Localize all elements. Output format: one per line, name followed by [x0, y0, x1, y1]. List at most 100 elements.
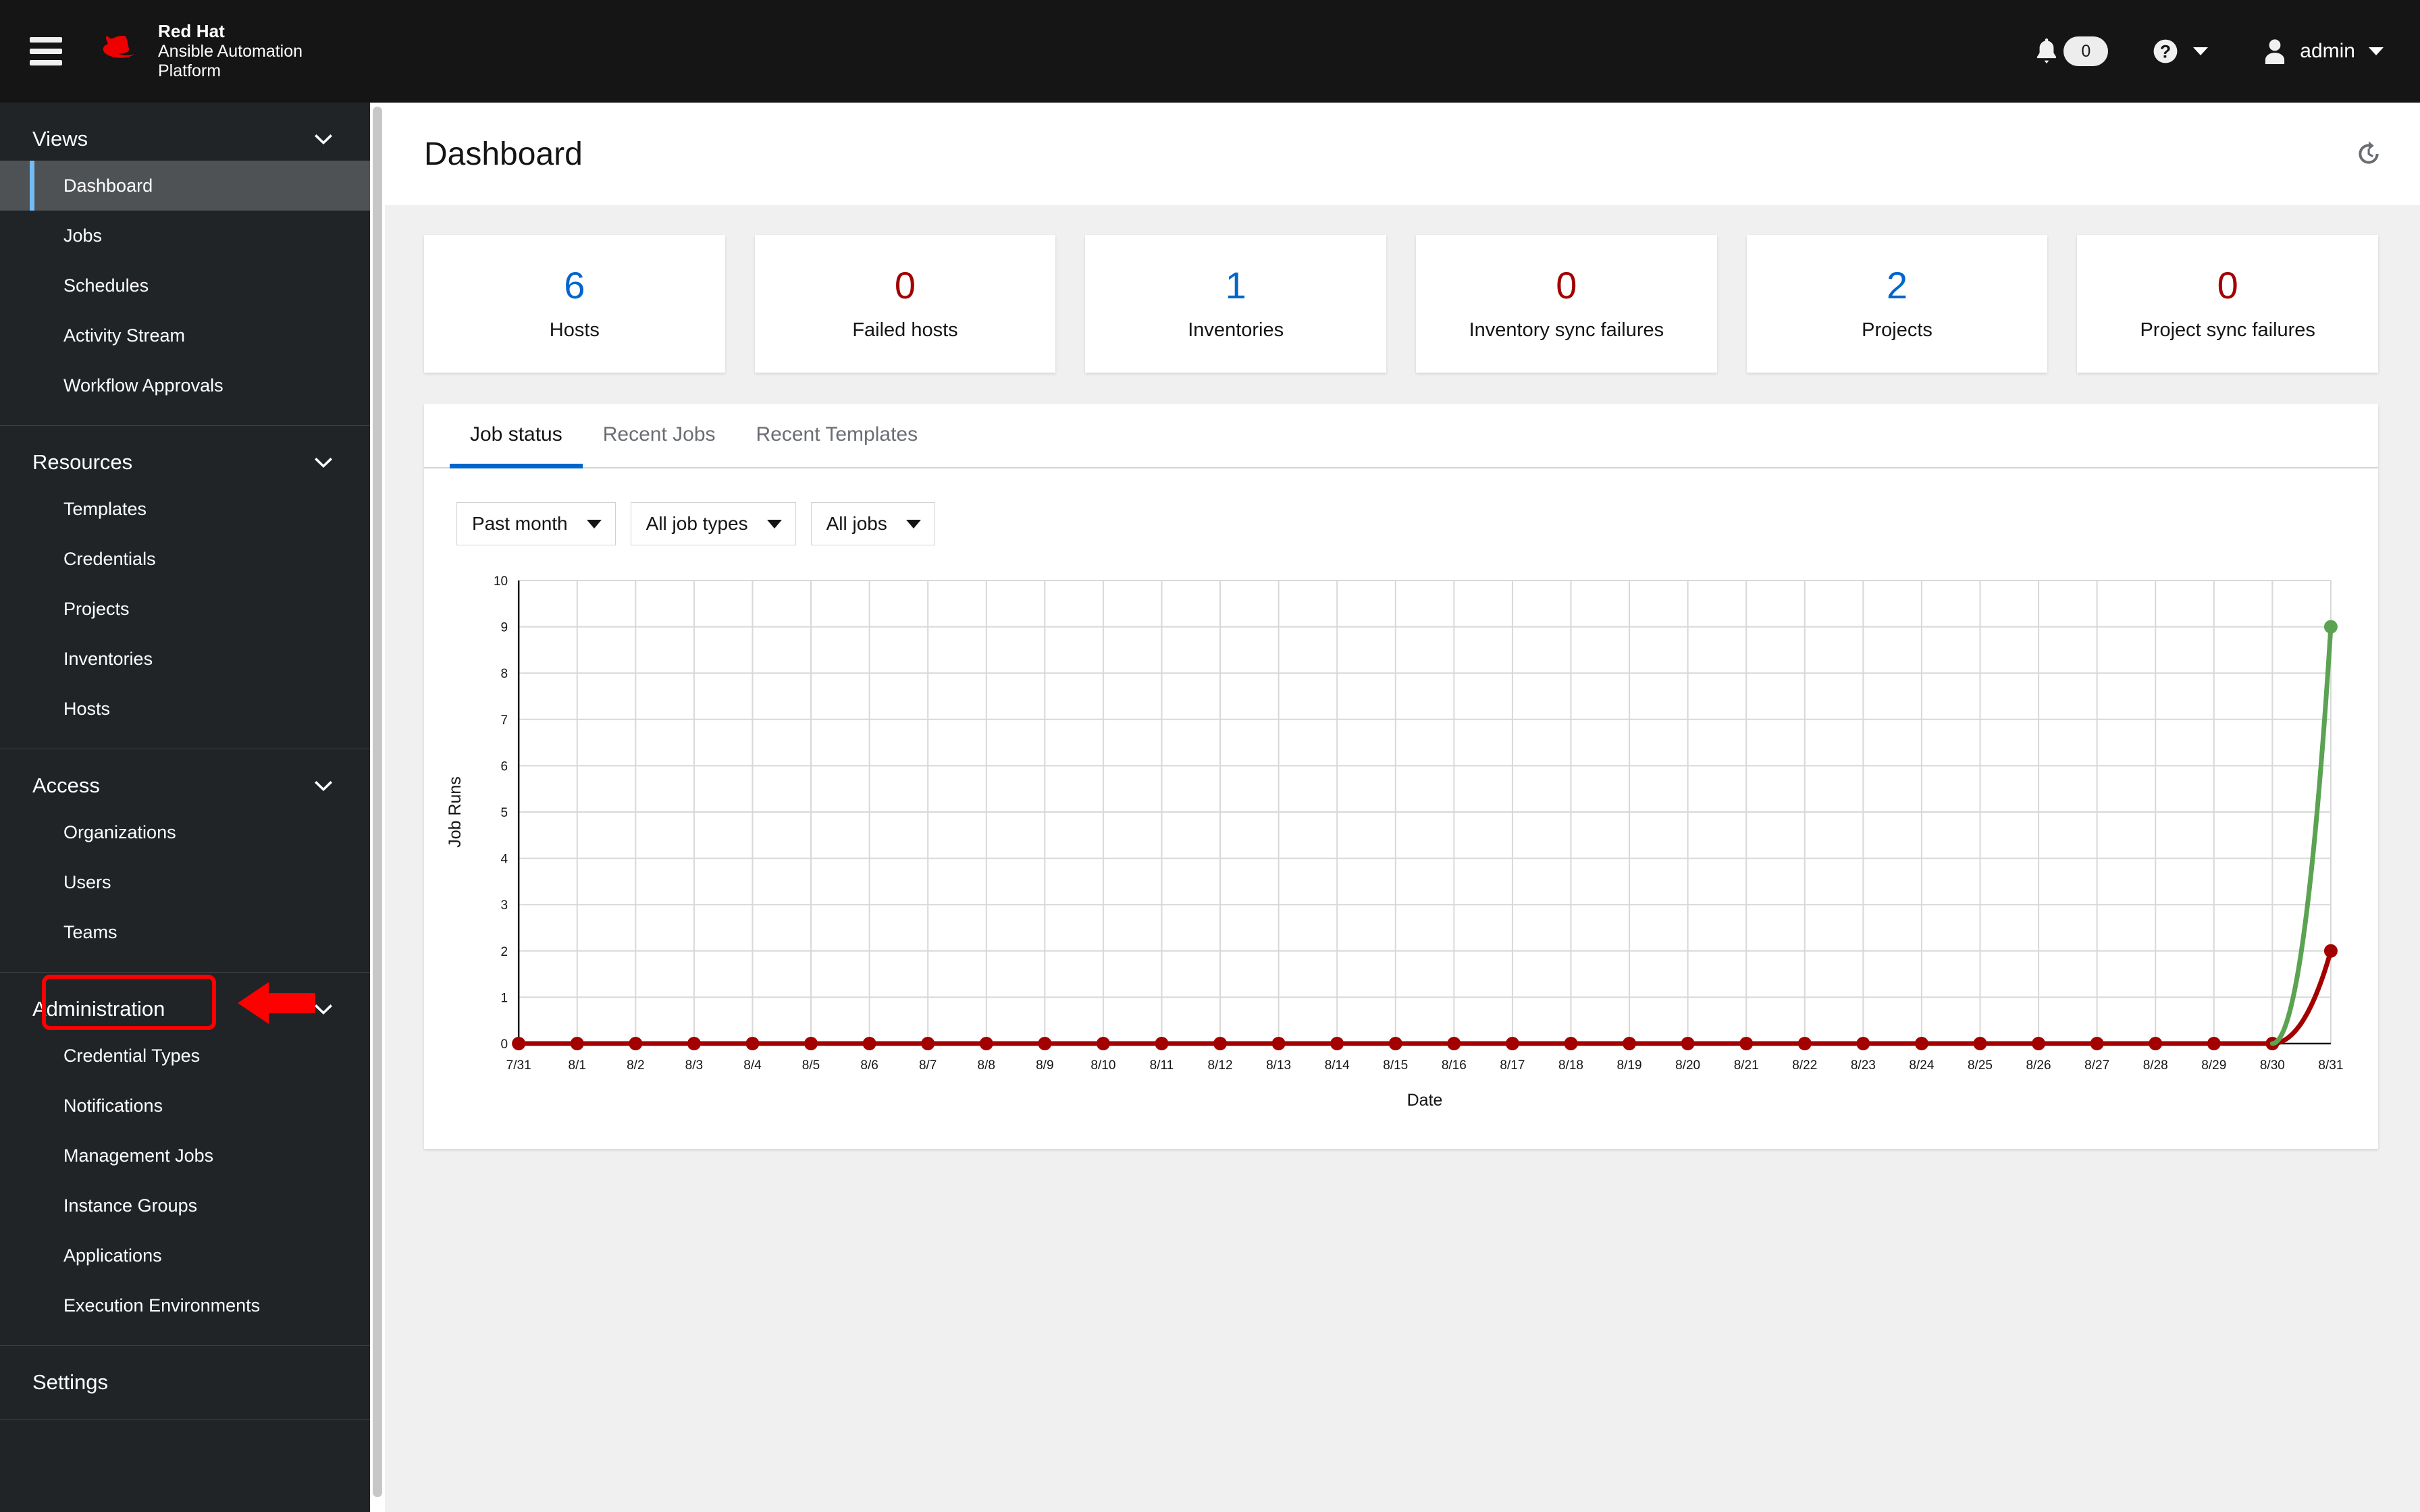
sidebar-scrollbar-thumb[interactable] — [373, 107, 382, 1497]
user-menu-button[interactable]: admin — [2263, 38, 2384, 64]
x-axis-tick-label: 8/15 — [1383, 1058, 1408, 1073]
chevron-down-icon — [905, 519, 921, 529]
select-value: Past month — [472, 513, 568, 534]
stat-card-project-sync-failures[interactable]: 0 Project sync failures — [2077, 235, 2379, 373]
x-axis-tick-label: 8/30 — [2260, 1058, 2285, 1073]
sidebar-item-credential-types[interactable]: Credential Types — [0, 1031, 370, 1081]
nav-section-header-access[interactable]: Access — [0, 749, 370, 807]
sidebar-item-activity-stream[interactable]: Activity Stream — [0, 310, 370, 360]
y-axis-tick-label: 5 — [501, 806, 508, 820]
x-axis-tick-label: 8/3 — [685, 1058, 703, 1073]
sidebar-item-instance-groups[interactable]: Instance Groups — [0, 1181, 370, 1231]
stat-card-value: 6 — [564, 263, 585, 306]
job-status-select[interactable]: All jobs — [810, 502, 935, 545]
sidebar-item-jobs[interactable]: Jobs — [0, 211, 370, 261]
chart-data-point — [1856, 1037, 1870, 1050]
y-axis-tick-label: 8 — [501, 667, 508, 681]
sidebar-item-schedules[interactable]: Schedules — [0, 261, 370, 310]
sidebar-item-management-jobs[interactable]: Management Jobs — [0, 1131, 370, 1181]
chart-data-point — [2323, 620, 2338, 634]
stat-card-failed-hosts[interactable]: 0 Failed hosts — [754, 235, 1056, 373]
sidebar-item-projects[interactable]: Projects — [0, 584, 370, 634]
chart-data-point — [1096, 1037, 1110, 1050]
stat-card-label: Failed hosts — [852, 319, 958, 341]
chart-data-point — [1623, 1037, 1637, 1050]
user-name-label: admin — [2300, 40, 2355, 62]
chevron-down-icon — [315, 780, 332, 791]
sidebar-scrollbar[interactable] — [370, 103, 385, 1512]
job-type-select[interactable]: All job types — [630, 502, 796, 545]
sidebar-item-label: Teams — [63, 921, 117, 942]
chart-data-point — [1447, 1037, 1461, 1050]
sidebar-item-label: Workflow Approvals — [63, 375, 223, 396]
x-axis-tick-label: 8/2 — [627, 1058, 644, 1073]
sidebar-item-applications[interactable]: Applications — [0, 1231, 370, 1280]
notifications-button[interactable]: 0 — [2035, 36, 2109, 66]
stat-card-hosts[interactable]: 6 Hosts — [424, 235, 725, 373]
stat-card-label: Inventory sync failures — [1469, 319, 1664, 341]
nav-section-header-resources[interactable]: Resources — [0, 426, 370, 484]
x-axis-tick-label: 8/29 — [2201, 1058, 2226, 1073]
sidebar-item-organizations[interactable]: Organizations — [0, 807, 370, 857]
sidebar-item-execution-environments[interactable]: Execution Environments — [0, 1280, 370, 1330]
chart-data-point — [979, 1037, 993, 1050]
stat-card-inventory-sync-failures[interactable]: 0 Inventory sync failures — [1416, 235, 1717, 373]
chart-data-point — [1681, 1037, 1695, 1050]
x-axis-tick-label: 8/14 — [1325, 1058, 1350, 1073]
chart-data-point — [1038, 1037, 1052, 1050]
sidebar-item-workflow-approvals[interactable]: Workflow Approvals — [0, 360, 370, 410]
x-axis-tick-label: 7/31 — [506, 1058, 531, 1073]
sidebar-item-hosts[interactable]: Hosts — [0, 684, 370, 734]
stat-card-value: 1 — [1225, 263, 1246, 306]
x-axis-tick-label: 8/17 — [1500, 1058, 1525, 1073]
x-axis-tick-label: 8/9 — [1036, 1058, 1053, 1073]
stat-card-inventories[interactable]: 1 Inventories — [1085, 235, 1387, 373]
tab-recent-jobs[interactable]: Recent Jobs — [583, 402, 736, 467]
x-axis-tick-label: 8/18 — [1558, 1058, 1583, 1073]
hamburger-menu-icon[interactable] — [30, 37, 62, 65]
sidebar-navigation: Views Dashboard Jobs Schedules Activity Stre… — [0, 103, 370, 1512]
chevron-down-icon — [766, 519, 782, 529]
sidebar-item-credentials[interactable]: Credentials — [0, 534, 370, 584]
x-axis-tick-label: 8/19 — [1617, 1058, 1642, 1073]
chevron-down-icon — [315, 457, 332, 468]
dashboard-content: 6 Hosts 0 Failed hosts 1 Inventories 0 Inventor… — [385, 205, 2420, 1149]
chart-data-point — [745, 1037, 760, 1050]
sidebar-item-notifications[interactable]: Notifications — [0, 1081, 370, 1131]
sidebar-item-templates[interactable]: Templates — [0, 484, 370, 534]
sidebar-item-label: Schedules — [63, 275, 149, 296]
x-axis-tick-label: 8/11 — [1150, 1058, 1174, 1073]
x-axis-tick-label: 8/10 — [1090, 1058, 1115, 1073]
sidebar-item-label: Jobs — [63, 225, 103, 246]
nav-section-header-settings[interactable]: Settings — [0, 1346, 370, 1404]
period-select[interactable]: Past month — [456, 502, 616, 545]
sidebar-item-label: Users — [63, 871, 111, 892]
stat-card-value: 0 — [1556, 263, 1577, 306]
y-axis-tick-label: 4 — [501, 853, 508, 867]
tab-job-status[interactable]: Job status — [450, 402, 583, 468]
sidebar-item-label: Instance Groups — [63, 1195, 198, 1216]
help-chevron-down-icon — [2193, 47, 2209, 55]
brand-logo[interactable]: Red Hat Ansible Automation Platform — [103, 21, 302, 82]
sidebar-item-inventories[interactable]: Inventories — [0, 634, 370, 684]
sidebar-item-label: Templates — [63, 498, 147, 519]
stat-card-projects[interactable]: 2 Projects — [1746, 235, 2048, 373]
red-hat-logo-icon — [103, 35, 135, 58]
help-button[interactable]: ? — [2153, 38, 2209, 64]
sidebar-item-dashboard[interactable]: Dashboard — [0, 161, 370, 211]
nav-section-header-views[interactable]: Views — [0, 103, 370, 161]
chart-data-point — [2090, 1037, 2104, 1050]
sidebar-item-label: Credential Types — [63, 1045, 201, 1066]
stat-card-label: Project sync failures — [2140, 319, 2315, 341]
sidebar-item-teams[interactable]: Teams — [0, 907, 370, 957]
sidebar-item-label: Activity Stream — [63, 325, 186, 346]
sidebar-item-label: Projects — [63, 598, 130, 619]
x-axis-tick-label: 8/4 — [743, 1058, 762, 1073]
bell-icon — [2037, 38, 2057, 64]
sidebar-item-users[interactable]: Users — [0, 857, 370, 907]
tab-recent-templates[interactable]: Recent Templates — [736, 402, 939, 467]
main-content: Dashboard 6 Hosts 0 Failed hosts 1 Inventorie… — [385, 103, 2420, 1512]
chart-data-point — [687, 1037, 701, 1050]
nav-section-settings: Settings — [0, 1346, 370, 1420]
activity-history-icon[interactable] — [2354, 139, 2384, 169]
